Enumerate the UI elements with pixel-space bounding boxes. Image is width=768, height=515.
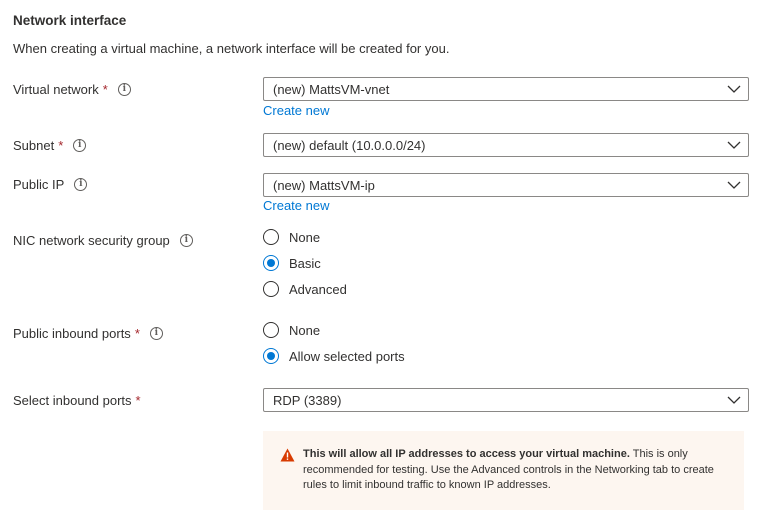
- chevron-down-icon: [720, 389, 748, 411]
- section-description: When creating a virtual machine, a netwo…: [13, 41, 450, 56]
- required-marker: *: [135, 393, 141, 408]
- radio-label: None: [289, 322, 321, 338]
- select-inbound-ports-select[interactable]: RDP (3389): [263, 388, 749, 412]
- chevron-down-icon: [720, 174, 748, 196]
- radio-label: None: [289, 229, 321, 245]
- radio-circle[interactable]: [263, 322, 279, 338]
- create-new-public-ip-link[interactable]: Create new: [263, 198, 329, 213]
- public-inbound-ports-label: Public inbound ports: [13, 326, 131, 341]
- create-new-vnet-link[interactable]: Create new: [263, 103, 329, 118]
- warning-message-bar: This will allow all IP addresses to acce…: [263, 431, 744, 510]
- radio-circle-checked[interactable]: [263, 348, 279, 364]
- nic-nsg-label: NIC network security group: [13, 233, 170, 248]
- virtual-network-label: Virtual network: [13, 82, 99, 97]
- virtual-network-value: (new) MattsVM-vnet: [273, 81, 390, 97]
- subnet-value: (new) default (10.0.0.0/24): [273, 137, 426, 153]
- radio-circle[interactable]: [263, 281, 279, 297]
- public-ip-select[interactable]: (new) MattsVM-ip: [263, 173, 749, 197]
- section-title: Network interface: [13, 13, 127, 28]
- inbound-radio-allow-selected[interactable]: Allow selected ports: [263, 348, 405, 364]
- warning-bold-text: This will allow all IP addresses to acce…: [303, 448, 630, 460]
- subnet-select[interactable]: (new) default (10.0.0.0/24): [263, 133, 749, 157]
- nsg-radio-basic[interactable]: Basic: [263, 255, 321, 271]
- radio-circle[interactable]: [263, 229, 279, 245]
- public-inbound-ports-label-row: Public inbound ports * i: [13, 326, 163, 341]
- inbound-radio-none[interactable]: None: [263, 322, 320, 338]
- nsg-radio-none[interactable]: None: [263, 229, 320, 245]
- virtual-network-select[interactable]: (new) MattsVM-vnet: [263, 77, 749, 101]
- chevron-down-icon: [720, 78, 748, 100]
- public-ip-value: (new) MattsVM-ip: [273, 177, 375, 193]
- subnet-label-row: Subnet * i: [13, 138, 87, 153]
- radio-label: Basic: [289, 255, 321, 271]
- public-ip-label: Public IP: [13, 177, 65, 192]
- chevron-down-icon: [720, 134, 748, 156]
- info-icon[interactable]: i: [73, 139, 87, 152]
- radio-circle-checked[interactable]: [263, 255, 279, 271]
- nsg-radio-advanced[interactable]: Advanced: [263, 281, 347, 297]
- info-icon[interactable]: i: [74, 178, 88, 191]
- radio-label: Advanced: [289, 281, 347, 297]
- nic-nsg-label-row: NIC network security group i: [13, 233, 193, 248]
- warning-icon: [280, 448, 295, 468]
- virtual-network-label-row: Virtual network * i: [13, 82, 131, 97]
- select-inbound-ports-label-row: Select inbound ports *: [13, 393, 141, 408]
- info-icon[interactable]: i: [179, 234, 193, 247]
- info-icon[interactable]: i: [117, 83, 131, 96]
- public-ip-label-row: Public IP i: [13, 177, 88, 192]
- select-inbound-ports-label: Select inbound ports: [13, 393, 132, 408]
- radio-label: Allow selected ports: [289, 348, 405, 364]
- required-marker: *: [102, 82, 108, 97]
- subnet-label: Subnet: [13, 138, 55, 153]
- required-marker: *: [134, 326, 140, 341]
- inbound-ports-value: RDP (3389): [273, 392, 342, 408]
- required-marker: *: [58, 138, 64, 153]
- info-icon[interactable]: i: [149, 327, 163, 340]
